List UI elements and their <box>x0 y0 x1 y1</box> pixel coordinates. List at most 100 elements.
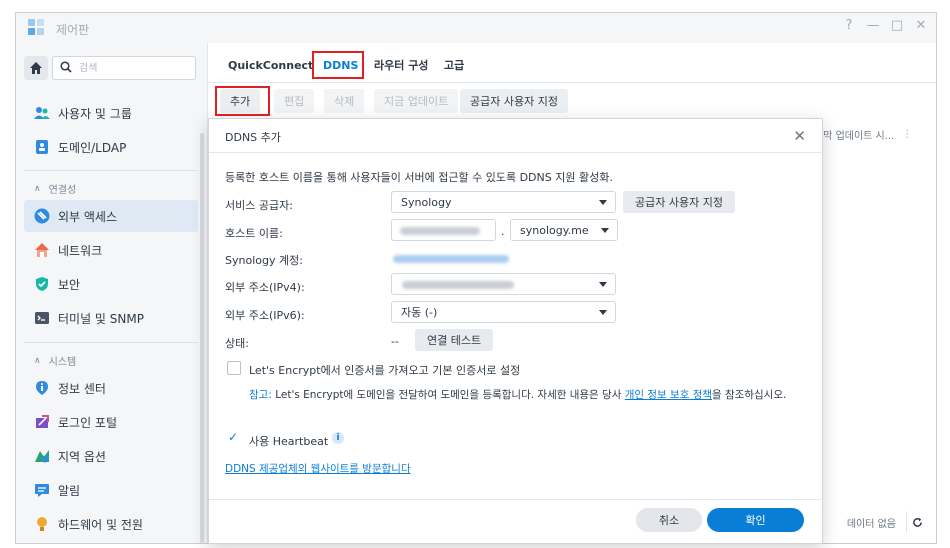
sidebar-item-notification[interactable]: 알림 <box>24 474 198 506</box>
status-value: -- <box>391 335 399 348</box>
hostname-separator: . <box>501 225 505 238</box>
external-access-icon <box>34 208 50 224</box>
ipv4-select[interactable] <box>391 273 616 295</box>
dialog-description: 등록한 호스트 이름을 통해 사용자들이 서버에 접근할 수 있도록 DDNS … <box>225 171 613 184</box>
dialog-header: DDNS 추가 ✕ <box>209 119 822 153</box>
search-box[interactable] <box>52 56 196 80</box>
close-icon[interactable]: ✕ <box>793 127 806 145</box>
info-center-icon <box>36 381 48 395</box>
hostname-input[interactable] <box>391 219 496 241</box>
tab-router-config[interactable]: 라우터 구성 <box>366 53 436 77</box>
maximize-icon[interactable]: □ <box>890 18 904 33</box>
domain-select[interactable]: synology.me <box>510 219 618 241</box>
dropdown-caret-icon <box>599 282 607 287</box>
edit-button[interactable]: 편집 <box>274 89 315 113</box>
home-icon <box>30 62 42 74</box>
domain-value: synology.me <box>520 223 589 237</box>
note-suffix: 을 참조하십시오. <box>712 389 787 401</box>
sidebar-item-external-access[interactable]: 외부 액세스 <box>24 200 198 232</box>
delete-button[interactable]: 삭제 <box>324 89 365 113</box>
cancel-button[interactable]: 취소 <box>636 508 702 532</box>
heartbeat-label: 사용 Heartbeat <box>249 435 329 448</box>
home-button[interactable] <box>24 56 48 80</box>
sidebar-item-security[interactable]: 보안 <box>24 268 198 300</box>
notification-icon <box>35 484 49 497</box>
sidebar-item-label: 터미널 및 SNMP <box>58 311 144 326</box>
column-menu-icon[interactable]: ⋮ <box>902 129 912 140</box>
letsencrypt-checkbox[interactable] <box>227 361 241 375</box>
sidebar-item-regional-options[interactable]: 지역 옵션 <box>24 440 198 472</box>
provider-website-link[interactable]: DDNS 제공업체의 웹사이트를 방문합니다 <box>225 461 411 476</box>
window-title: 제어판 <box>56 23 90 37</box>
section-system[interactable]: ∧ 시스템 <box>34 353 77 369</box>
ok-button[interactable]: 확인 <box>707 508 804 532</box>
service-provider-select[interactable]: Synology <box>391 191 616 213</box>
login-portal-icon <box>36 415 49 428</box>
list-footer: 데이터 없음 <box>847 511 928 533</box>
sidebar-item-domain-ldap[interactable]: 도메인/LDAP <box>24 131 198 163</box>
sidebar-item-label: 하드웨어 및 전원 <box>58 517 143 532</box>
test-connection-button[interactable]: 연결 테스트 <box>415 329 494 351</box>
synology-account-label: Synology 계정: <box>225 254 303 267</box>
add-button-highlight <box>215 86 270 116</box>
sidebar-divider <box>24 170 198 171</box>
custom-provider-dialog-button[interactable]: 공급자 사용자 지정 <box>623 191 735 213</box>
hostname-label: 호스트 이름: <box>225 227 283 240</box>
sidebar-item-label: 네트워크 <box>58 243 103 258</box>
sidebar-divider <box>24 342 198 343</box>
note-text: Let's Encrypt에 도메인을 전달하여 도메인을 등록합니다. 자세한… <box>271 389 625 401</box>
sidebar-item-network[interactable]: 네트워크 <box>24 234 198 266</box>
ipv6-label: 외부 주소(IPv6): <box>225 309 305 322</box>
search-input[interactable] <box>79 60 189 76</box>
heartbeat-checkbox[interactable]: ✓ <box>227 430 241 446</box>
help-icon[interactable]: ? <box>842 18 856 33</box>
checkmark-icon: ✓ <box>228 430 239 444</box>
sidebar-item-label: 외부 액세스 <box>58 209 118 224</box>
sidebar-item-label: 정보 센터 <box>58 381 106 396</box>
sidebar-item-terminal-snmp[interactable]: 터미널 및 SNMP <box>24 302 198 334</box>
dialog-footer: 취소 확인 <box>209 499 822 543</box>
sidebar: 사용자 및 그룹 도메인/LDAP ∧ 연결성 외부 액세스 네트워크 보안 터… <box>16 43 207 543</box>
sidebar-item-label: 지역 옵션 <box>58 449 106 464</box>
title-bar: 제어판 ? — □ ✕ <box>16 13 936 43</box>
last-update-column-header[interactable]: 지막 업데이트 시... ⋮ <box>814 123 934 145</box>
section-title: 시스템 <box>48 357 77 368</box>
privacy-policy-link[interactable]: 개인 정보 보호 정책 <box>625 389 712 401</box>
sidebar-item-users-groups[interactable]: 사용자 및 그룹 <box>24 97 198 129</box>
section-connectivity[interactable]: ∧ 연결성 <box>34 181 77 197</box>
chevron-up-icon: ∧ <box>34 355 41 366</box>
sidebar-item-label: 로그인 포털 <box>58 415 118 430</box>
sidebar-item-login-portal[interactable]: 로그인 포털 <box>24 406 198 438</box>
sidebar-item-label: 사용자 및 그룹 <box>58 106 132 121</box>
refresh-button[interactable] <box>906 511 928 533</box>
tab-quickconnect[interactable]: QuickConnect <box>220 53 321 77</box>
sidebar-item-info-center[interactable]: 정보 센터 <box>24 372 198 404</box>
ddns-tab-highlight <box>312 51 364 79</box>
minimize-icon[interactable]: — <box>866 18 880 33</box>
users-icon <box>34 107 50 119</box>
sidebar-item-label: 알림 <box>58 483 81 498</box>
regional-options-icon <box>35 450 49 463</box>
note-prefix: 참고: <box>249 389 272 401</box>
custom-provider-button[interactable]: 공급자 사용자 지정 <box>460 89 568 113</box>
refresh-icon <box>913 517 922 527</box>
hardware-power-icon <box>37 517 47 531</box>
redacted-account <box>393 255 509 263</box>
tab-advanced[interactable]: 고급 <box>436 53 472 77</box>
info-icon[interactable]: i <box>332 432 344 444</box>
sidebar-scrollbar[interactable] <box>200 133 204 543</box>
section-title: 연결성 <box>48 185 77 196</box>
service-provider-value: Synology <box>401 195 452 209</box>
sidebar-item-hardware-power[interactable]: 하드웨어 및 전원 <box>24 508 198 540</box>
ipv6-value: 자동 (-) <box>401 306 438 319</box>
letsencrypt-note: 참고: Let's Encrypt에 도메인을 전달하여 도메인을 등록합니다.… <box>249 387 809 403</box>
redacted-hostname <box>400 227 480 235</box>
no-data-label: 데이터 없음 <box>846 518 896 530</box>
ddns-add-dialog: DDNS 추가 ✕ 등록한 호스트 이름을 통해 사용자들이 서버에 접근할 수… <box>208 118 823 544</box>
ipv6-select[interactable]: 자동 (-) <box>391 301 616 323</box>
close-window-icon[interactable]: ✕ <box>914 18 928 33</box>
tab-bar: QuickConnect DDNS 라우터 구성 고급 <box>208 43 936 83</box>
status-label: 상태: <box>225 337 249 350</box>
sidebar-item-label: 보안 <box>58 277 81 292</box>
update-now-button[interactable]: 지금 업데이트 <box>374 89 459 113</box>
